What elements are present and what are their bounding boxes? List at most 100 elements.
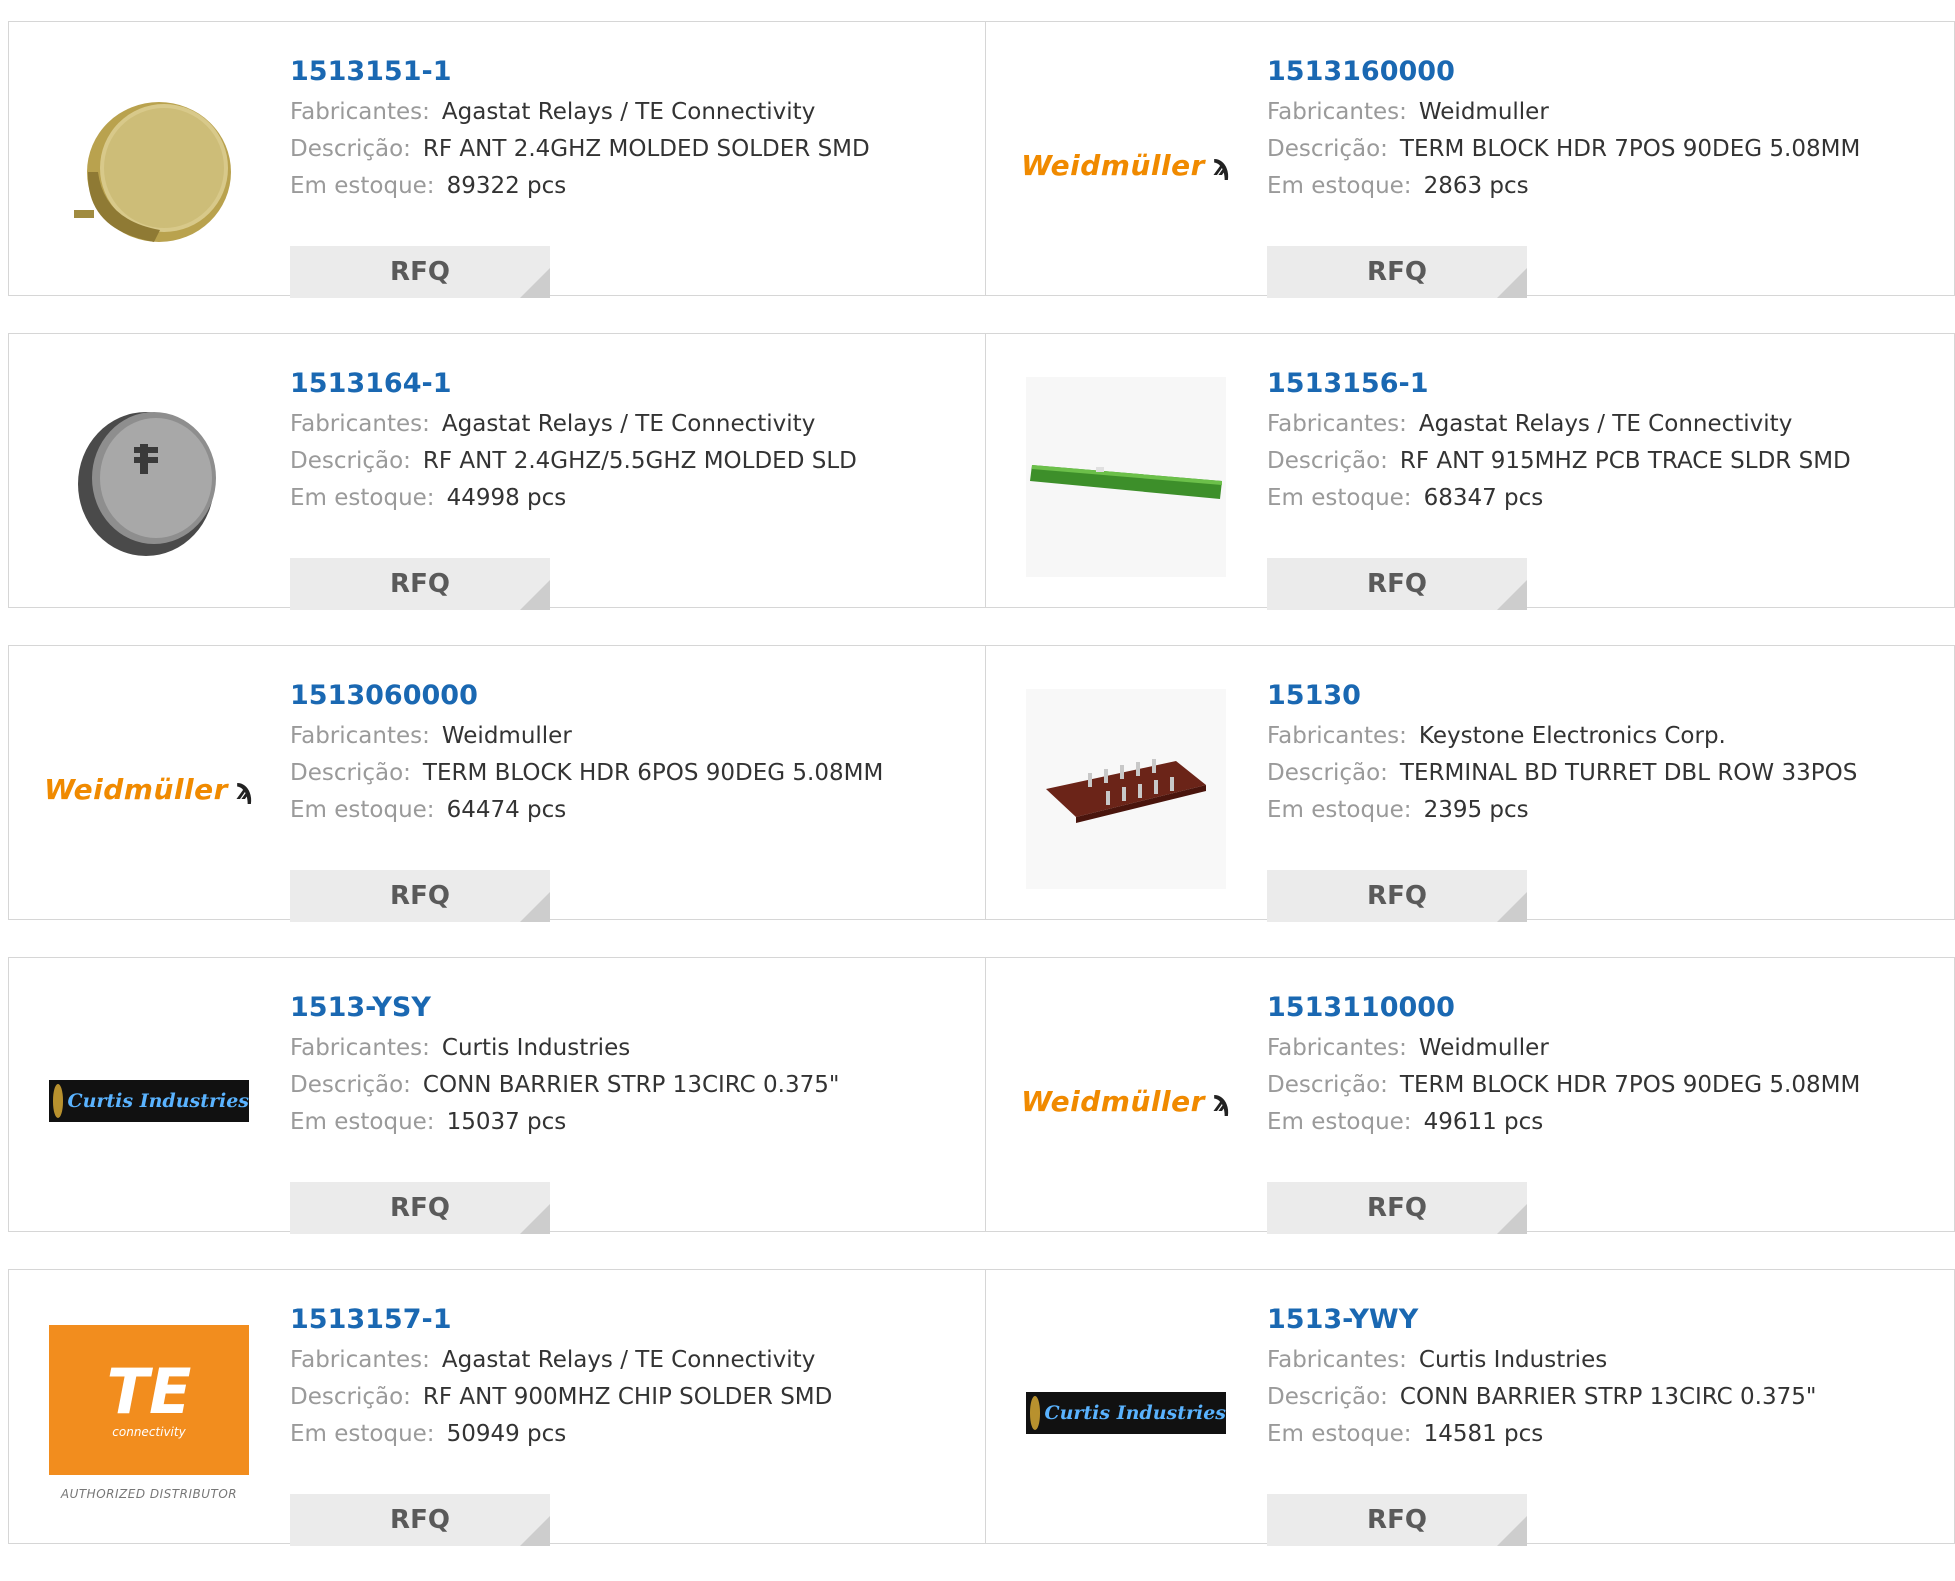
- rfq-label: RFQ: [390, 1193, 450, 1223]
- part-number-link[interactable]: 1513160000: [1267, 50, 1860, 94]
- rfq-button[interactable]: RFQ: [290, 1494, 550, 1546]
- description-label: Descrição:: [1267, 448, 1388, 474]
- description-label: Descrição:: [1267, 1072, 1388, 1098]
- weidmuller-mark-icon: ϡ: [1212, 148, 1231, 182]
- product-card: 1513151-1 Fabricantes: Agastat Relays / T…: [8, 21, 986, 298]
- te-logo-text: TE: [106, 1355, 192, 1428]
- part-number-link[interactable]: 1513110000: [1267, 986, 1860, 1030]
- corner-triangle-icon: [1497, 892, 1527, 922]
- rfq-label: RFQ: [390, 569, 450, 599]
- stock-line: Em estoque: 64474 pcs: [290, 792, 883, 829]
- description-line: Descrição: CONN BARRIER STRP 13CIRC 0.375…: [1267, 1379, 1816, 1416]
- manufacturer-value: Agastat Relays / TE Connectivity: [441, 99, 816, 125]
- weidmuller-mark-icon: ϡ: [235, 772, 254, 806]
- rfq-label: RFQ: [1367, 881, 1427, 911]
- description-label: Descrição:: [290, 760, 411, 786]
- rfq-button[interactable]: RFQ: [290, 870, 550, 922]
- product-card: 15130 Fabricantes: Keystone Electronics C…: [986, 645, 1955, 922]
- product-image[interactable]: Curtis Industries: [1026, 1313, 1226, 1513]
- stock-label: Em estoque:: [1267, 1109, 1412, 1135]
- rfq-button[interactable]: RFQ: [290, 1182, 550, 1234]
- manufacturer-line: Fabricantes: Weidmuller: [290, 718, 883, 755]
- description-label: Descrição:: [1267, 136, 1388, 162]
- product-image[interactable]: Curtis Industries: [49, 1001, 249, 1201]
- product-image[interactable]: [1026, 377, 1226, 577]
- weidmuller-logo-text: Weidmüller: [1021, 148, 1205, 182]
- product-row: Curtis Industries 1513-YSY Fabricantes: C…: [8, 957, 1955, 1234]
- pcb-trace-antenna-image: [1026, 377, 1226, 577]
- stock-line: Em estoque: 2863 pcs: [1267, 168, 1860, 205]
- product-info: 1513060000 Fabricantes: Weidmuller Descri…: [290, 674, 883, 922]
- manufacturer-line: Fabricantes: Curtis Industries: [290, 1030, 839, 1067]
- stock-value: 15037 pcs: [446, 1109, 567, 1135]
- description-line: Descrição: RF ANT 2.4GHZ/5.5GHZ MOLDED SL…: [290, 443, 857, 480]
- manufacturer-value: Weidmuller: [441, 723, 572, 749]
- manufacturer-value: Agastat Relays / TE Connectivity: [441, 411, 816, 437]
- stock-value: 2395 pcs: [1423, 797, 1529, 823]
- product-image[interactable]: [49, 65, 249, 265]
- te-logo-box: TE connectivity: [49, 1325, 249, 1475]
- stock-value: 44998 pcs: [446, 485, 567, 511]
- stock-label: Em estoque:: [1267, 173, 1412, 199]
- product-image[interactable]: Weidmüller ϡ: [1021, 1001, 1230, 1201]
- description-line: Descrição: TERM BLOCK HDR 7POS 90DEG 5.08…: [1267, 131, 1860, 168]
- product-row: TE connectivity AUTHORIZED DISTRIBUTOR 1…: [8, 1269, 1955, 1546]
- product-info: 1513-YWY Fabricantes: Curtis Industries D…: [1267, 1298, 1816, 1546]
- part-number-link[interactable]: 1513151-1: [290, 50, 870, 94]
- product-image[interactable]: Weidmüller ϡ: [1021, 65, 1230, 265]
- product-image[interactable]: [49, 377, 249, 577]
- stock-line: Em estoque: 89322 pcs: [290, 168, 870, 205]
- rfq-button[interactable]: RFQ: [290, 246, 550, 298]
- product-image[interactable]: TE connectivity AUTHORIZED DISTRIBUTOR: [49, 1313, 249, 1513]
- part-number-link[interactable]: 1513060000: [290, 674, 883, 718]
- description-value: TERM BLOCK HDR 7POS 90DEG 5.08MM: [1399, 1072, 1861, 1098]
- rfq-label: RFQ: [390, 881, 450, 911]
- manufacturer-value: Weidmuller: [1418, 99, 1549, 125]
- product-image[interactable]: Weidmüller ϡ: [44, 689, 253, 889]
- description-label: Descrição:: [1267, 760, 1388, 786]
- description-line: Descrição: CONN BARRIER STRP 13CIRC 0.375…: [290, 1067, 839, 1104]
- manufacturer-label: Fabricantes:: [290, 99, 430, 125]
- stock-value: 49611 pcs: [1423, 1109, 1544, 1135]
- product-grid: 1513151-1 Fabricantes: Agastat Relays / T…: [8, 21, 1955, 1581]
- stock-line: Em estoque: 2395 pcs: [1267, 792, 1857, 829]
- part-number-link[interactable]: 1513157-1: [290, 1298, 832, 1342]
- product-card: Weidmüller ϡ 1513110000 Fabricantes: Weidm…: [986, 957, 1955, 1234]
- rfq-button[interactable]: RFQ: [1267, 246, 1527, 298]
- curtis-seal-icon: [53, 1084, 64, 1118]
- molded-antenna-gray-image: [78, 412, 216, 556]
- corner-triangle-icon: [520, 580, 550, 610]
- corner-triangle-icon: [520, 268, 550, 298]
- part-number-link[interactable]: 1513156-1: [1267, 362, 1851, 406]
- description-value: RF ANT 900MHZ CHIP SOLDER SMD: [422, 1384, 833, 1410]
- rfq-label: RFQ: [390, 257, 450, 287]
- description-value: CONN BARRIER STRP 13CIRC 0.375": [1399, 1384, 1817, 1410]
- part-number-link[interactable]: 1513-YWY: [1267, 1298, 1816, 1342]
- stock-value: 68347 pcs: [1423, 485, 1544, 511]
- manufacturer-value: Agastat Relays / TE Connectivity: [1418, 411, 1793, 437]
- product-image[interactable]: [1026, 689, 1226, 889]
- part-number-link[interactable]: 15130: [1267, 674, 1857, 718]
- rfq-button[interactable]: RFQ: [1267, 1494, 1527, 1546]
- product-card: Weidmüller ϡ 1513160000 Fabricantes: Weidm…: [986, 21, 1955, 298]
- stock-line: Em estoque: 44998 pcs: [290, 480, 857, 517]
- stock-value: 89322 pcs: [446, 173, 567, 199]
- rfq-button[interactable]: RFQ: [1267, 1182, 1527, 1234]
- rfq-button[interactable]: RFQ: [1267, 558, 1527, 610]
- stock-line: Em estoque: 50949 pcs: [290, 1416, 832, 1453]
- curtis-logo-text: Curtis Industries: [67, 1090, 249, 1112]
- corner-triangle-icon: [520, 1516, 550, 1546]
- corner-triangle-icon: [1497, 1516, 1527, 1546]
- product-info: 15130 Fabricantes: Keystone Electronics C…: [1267, 674, 1858, 922]
- description-line: Descrição: RF ANT 900MHZ CHIP SOLDER SMD: [290, 1379, 832, 1416]
- product-row: 1513164-1 Fabricantes: Agastat Relays / T…: [8, 333, 1955, 610]
- description-value: TERMINAL BD TURRET DBL ROW 33POS: [1399, 760, 1858, 786]
- part-number-link[interactable]: 1513164-1: [290, 362, 857, 406]
- part-number-link[interactable]: 1513-YSY: [290, 986, 839, 1030]
- weidmuller-logo-text: Weidmüller: [44, 772, 228, 806]
- corner-triangle-icon: [520, 892, 550, 922]
- rfq-button[interactable]: RFQ: [1267, 870, 1527, 922]
- stock-label: Em estoque:: [290, 173, 435, 199]
- description-value: CONN BARRIER STRP 13CIRC 0.375": [422, 1072, 840, 1098]
- rfq-button[interactable]: RFQ: [290, 558, 550, 610]
